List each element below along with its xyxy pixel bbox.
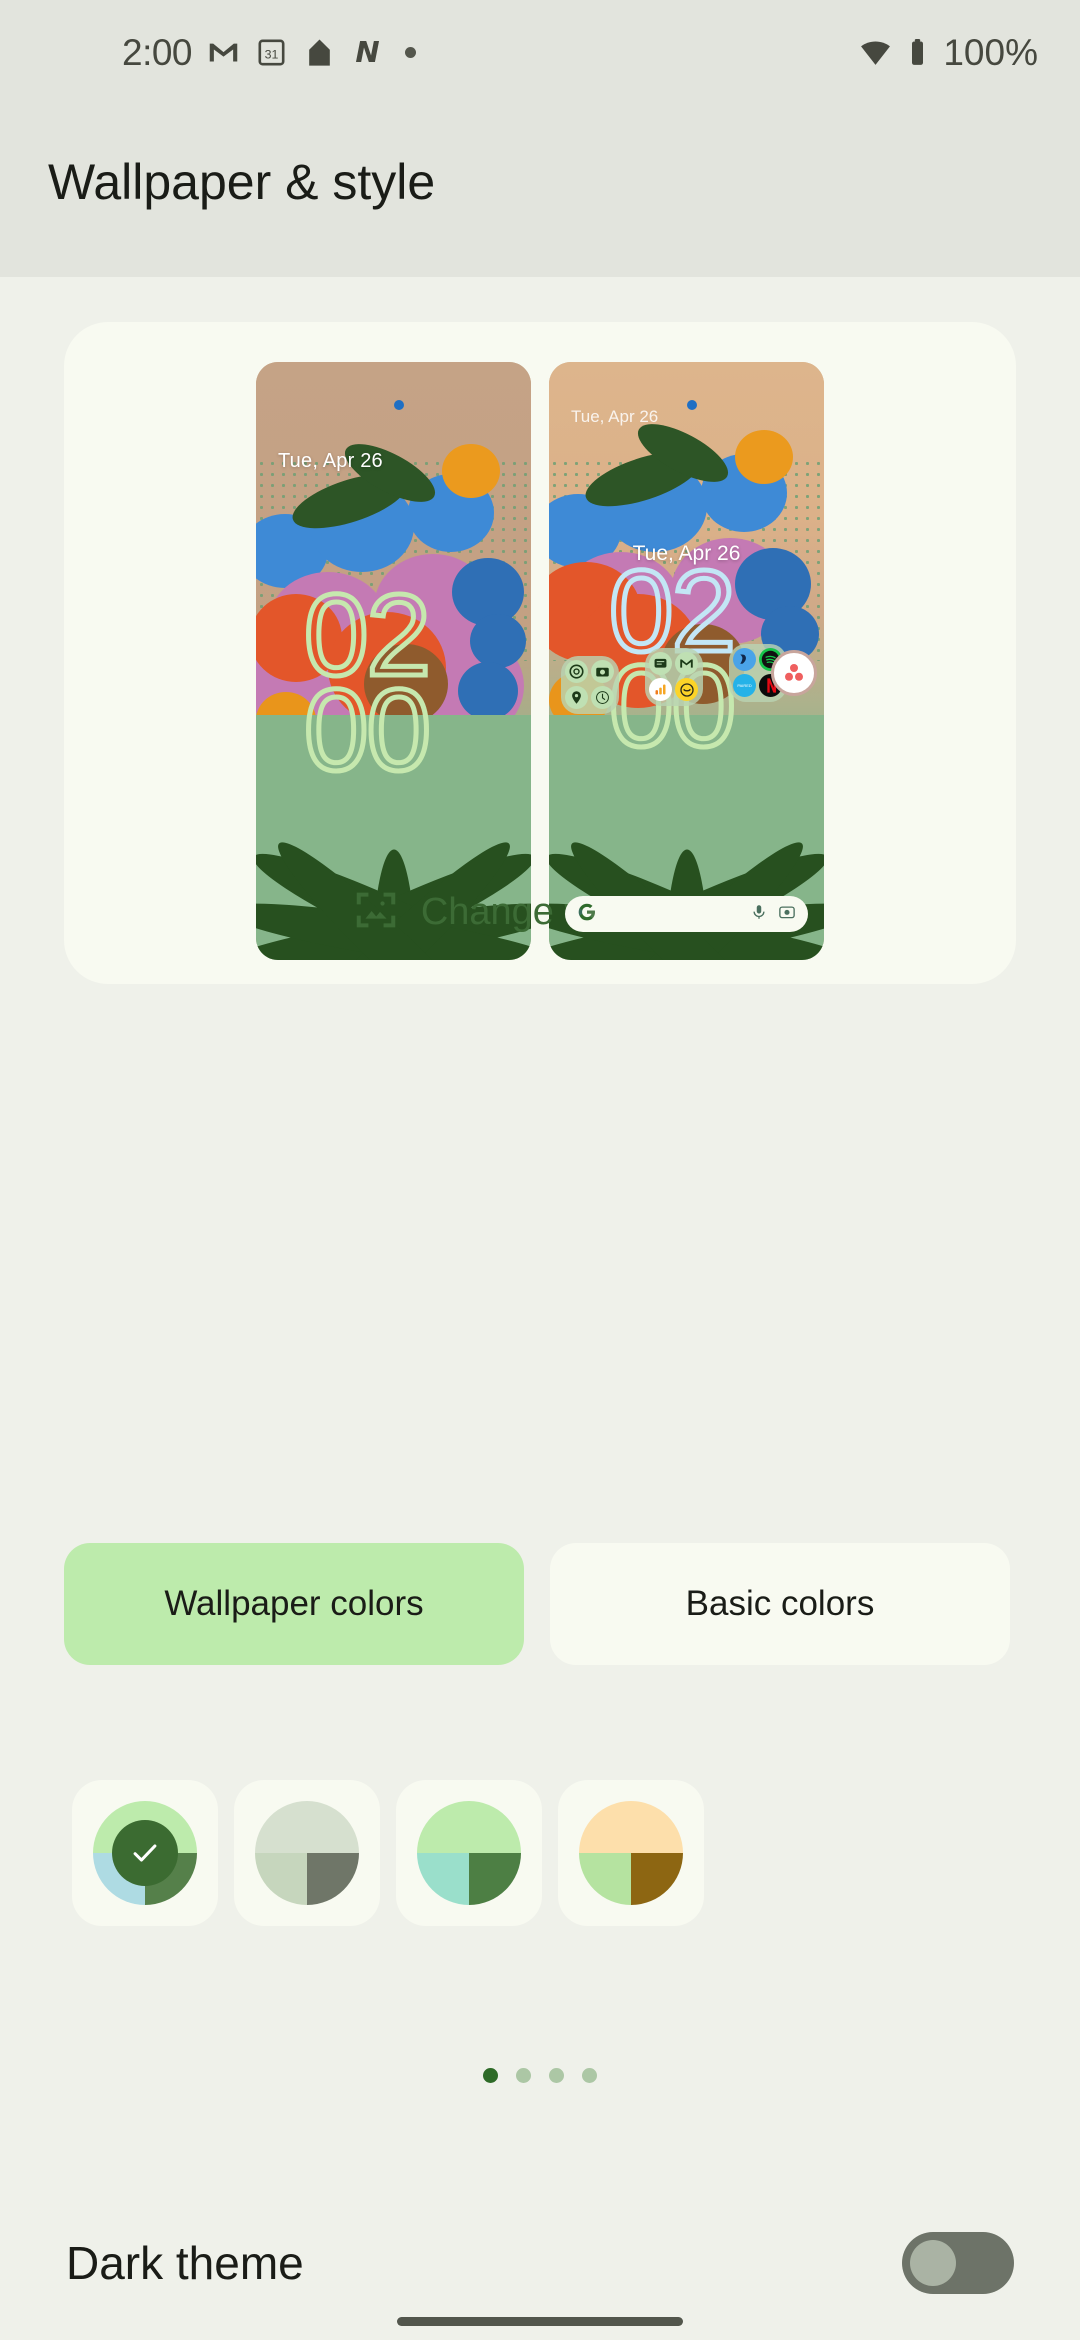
svg-text:31: 31 bbox=[265, 48, 279, 62]
tab-basic-colors-label: Basic colors bbox=[685, 1584, 875, 1623]
lightblue-app-icon[interactable]: PAIRED bbox=[733, 674, 756, 697]
microphone-icon[interactable] bbox=[750, 903, 768, 926]
notification-dot-icon bbox=[405, 47, 417, 58]
page-header: Wallpaper & style bbox=[0, 105, 1080, 277]
app-folder-1[interactable] bbox=[561, 656, 619, 714]
home-icon bbox=[303, 36, 336, 69]
camera-icon[interactable] bbox=[591, 660, 614, 683]
swatch-quadrant-bottom-right bbox=[469, 1853, 521, 1905]
wifi-icon bbox=[859, 36, 892, 69]
swatch-quadrant-bottom-left bbox=[255, 1853, 307, 1905]
lock-screen-date: Tue, Apr 26 bbox=[278, 450, 383, 472]
dark-theme-toggle[interactable] bbox=[902, 2232, 1014, 2294]
status-bar-right: 100% bbox=[859, 32, 1038, 74]
status-bar-clock: 2:00 bbox=[122, 31, 193, 73]
swatch-quadrant-bottom-right bbox=[631, 1853, 683, 1905]
toggle-knob bbox=[910, 2240, 956, 2286]
lock-clock-minutes: 00 bbox=[301, 665, 433, 796]
wallpaper-blue-dot bbox=[687, 400, 697, 410]
gmail-icon[interactable] bbox=[675, 652, 698, 675]
battery-percent-label: 100% bbox=[943, 31, 1038, 73]
swatch-circle bbox=[255, 1801, 359, 1905]
clock-icon[interactable] bbox=[591, 686, 614, 709]
three-dots-app-icon[interactable] bbox=[771, 650, 817, 696]
color-swatch-3[interactable] bbox=[396, 1780, 542, 1926]
dark-theme-label: Dark theme bbox=[66, 2237, 304, 2289]
status-bar: 2:00 31 𝙉 100% bbox=[0, 0, 1080, 105]
color-swatch-4[interactable] bbox=[558, 1780, 704, 1926]
tab-wallpaper-colors-label: Wallpaper colors bbox=[164, 1584, 424, 1623]
swatch-selected-check bbox=[112, 1820, 178, 1886]
page-title: Wallpaper & style bbox=[48, 154, 436, 210]
page-dot-3[interactable] bbox=[549, 2068, 564, 2083]
analytics-icon[interactable] bbox=[649, 678, 672, 701]
lock-screen-clock: 02 00 bbox=[301, 574, 433, 796]
swatch-quadrant-top bbox=[579, 1801, 683, 1853]
change-wallpaper-button[interactable]: Change wallpaper bbox=[64, 887, 1016, 938]
app-folder-2[interactable] bbox=[645, 648, 703, 706]
color-swatch-2[interactable] bbox=[234, 1780, 380, 1926]
google-search-bar[interactable] bbox=[565, 896, 808, 932]
color-swatch-list bbox=[72, 1780, 704, 1926]
swatch-quadrant-top bbox=[255, 1801, 359, 1853]
battery-icon bbox=[901, 36, 934, 69]
lock-screen-preview[interactable]: Tue, Apr 26 02 00 bbox=[256, 362, 531, 960]
nyt-icon: 𝙉 bbox=[351, 36, 384, 69]
status-bar-left: 2:00 31 𝙉 bbox=[122, 31, 417, 74]
page-dot-4[interactable] bbox=[582, 2068, 597, 2083]
swatch-quadrant-bottom-left bbox=[417, 1853, 469, 1905]
google-lens-icon[interactable] bbox=[778, 903, 796, 926]
page-dot-1[interactable] bbox=[483, 2068, 498, 2083]
tab-basic-colors[interactable]: Basic colors bbox=[550, 1543, 1010, 1665]
swatch-quadrant-bottom-right bbox=[307, 1853, 359, 1905]
swatch-circle bbox=[417, 1801, 521, 1905]
image-icon bbox=[353, 887, 399, 938]
swatch-circle bbox=[579, 1801, 683, 1905]
home-screen-date: Tue, Apr 26 bbox=[632, 542, 741, 565]
google-g-icon bbox=[577, 902, 597, 927]
keep-icon[interactable] bbox=[675, 678, 698, 701]
color-source-tabs: Wallpaper colors Basic colors bbox=[64, 1543, 1010, 1665]
maps-icon[interactable] bbox=[565, 686, 588, 709]
color-swatch-1[interactable] bbox=[72, 1780, 218, 1926]
page-indicator bbox=[0, 2068, 1080, 2083]
chrome-icon[interactable] bbox=[565, 660, 588, 683]
home-screen-date-top: Tue, Apr 26 bbox=[571, 407, 659, 426]
swatch-quadrant-bottom-left bbox=[579, 1853, 631, 1905]
dark-theme-row[interactable]: Dark theme bbox=[0, 2232, 1080, 2294]
tab-wallpaper-colors[interactable]: Wallpaper colors bbox=[64, 1543, 524, 1665]
home-screen-preview[interactable]: Tue, Apr 26 Tue, Apr 26 02 00 PAIRED bbox=[549, 362, 824, 960]
calendar-icon: 31 bbox=[255, 36, 288, 69]
svg-text:PAIRED: PAIRED bbox=[737, 683, 752, 688]
wallpaper-blue-dot bbox=[394, 400, 404, 410]
page-dot-2[interactable] bbox=[516, 2068, 531, 2083]
wallpaper-preview-card: Tue, Apr 26 02 00 Tue, Apr 26 Tue, Apr 2… bbox=[64, 322, 1016, 984]
messages-icon[interactable] bbox=[649, 652, 672, 675]
swatch-quadrant-top bbox=[417, 1801, 521, 1853]
svg-text:𝙉: 𝙉 bbox=[355, 37, 379, 69]
preview-row: Tue, Apr 26 02 00 Tue, Apr 26 Tue, Apr 2… bbox=[64, 322, 1016, 960]
blue-app-icon[interactable] bbox=[733, 648, 756, 671]
navigation-bar-handle[interactable] bbox=[397, 2317, 683, 2326]
gmail-icon bbox=[207, 36, 240, 69]
